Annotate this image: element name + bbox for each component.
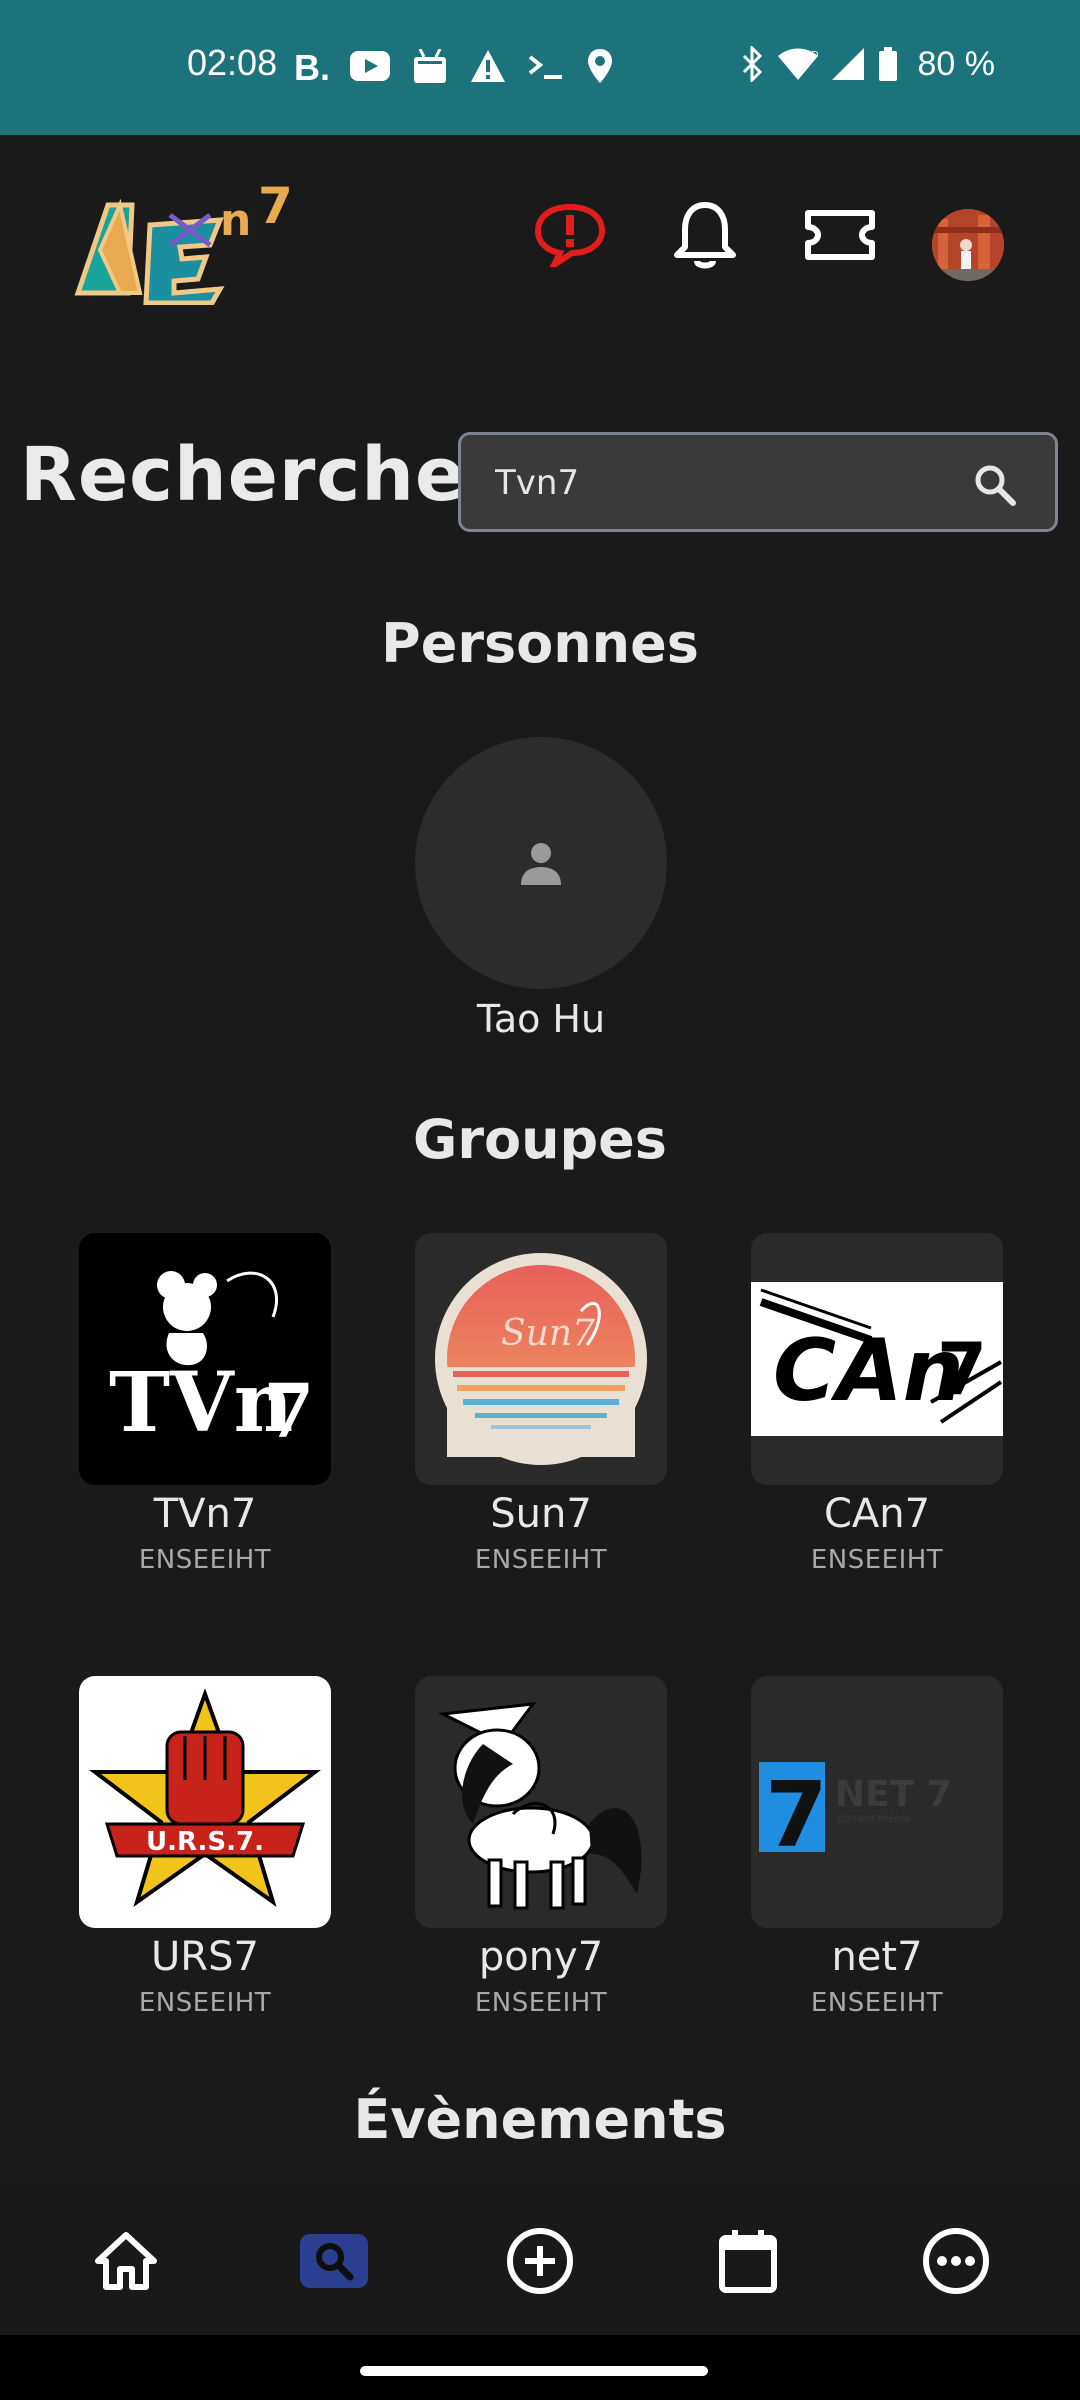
- report-icon: [534, 203, 606, 267]
- urs7-logo: U.R.S.7.: [87, 1684, 323, 1920]
- group-school: ENSEEIHT: [138, 1545, 272, 1575]
- group-name: Sun7: [490, 1491, 592, 1537]
- nav-search[interactable]: [300, 2234, 368, 2288]
- svg-text:B.: B.: [294, 48, 328, 84]
- home-icon: [95, 2232, 157, 2290]
- more-icon: [923, 2228, 989, 2294]
- app-header: n 7: [0, 135, 1080, 355]
- ticket-icon: [805, 210, 875, 260]
- svg-text:7: 7: [258, 177, 293, 235]
- tvn7-logo: TVn 7: [87, 1241, 323, 1477]
- status-bar: 02:08 B. HD 80 %: [0, 0, 1080, 135]
- svg-text:n: n: [220, 195, 251, 246]
- search-icon: [316, 2243, 354, 2281]
- add-icon: [507, 2228, 573, 2294]
- search-bar[interactable]: [458, 432, 1058, 532]
- net7-brand-text: NET 7: [835, 1774, 952, 1815]
- group-school: ENSEEIHT: [138, 1988, 272, 2018]
- nav-calendar[interactable]: [708, 2221, 788, 2301]
- nav-add[interactable]: [500, 2221, 580, 2301]
- page-title: Recherche: [20, 432, 467, 518]
- group-school: ENSEEIHT: [810, 1545, 944, 1575]
- group-school: ENSEEIHT: [474, 1545, 608, 1575]
- signal-icon: [831, 48, 864, 80]
- nav-more[interactable]: [916, 2221, 996, 2301]
- location-icon: [588, 49, 612, 83]
- notification-icons: B.: [292, 46, 614, 86]
- section-title-people: Personnes: [381, 612, 699, 675]
- home-indicator[interactable]: [360, 2366, 708, 2376]
- urs7-banner-text: U.R.S.7.: [146, 1827, 264, 1857]
- terminal-icon: [528, 55, 562, 79]
- net7-logo: 7 NET 7 ÉDITION PRESSE: [759, 1762, 952, 1862]
- can7-logo: CAn 7: [751, 1282, 1003, 1436]
- report-button[interactable]: [530, 195, 610, 275]
- svg-text:7: 7: [263, 1369, 315, 1455]
- group-name: CAn7: [823, 1491, 931, 1537]
- gesture-bar: [0, 2335, 1080, 2400]
- group-logo: TVn 7: [79, 1233, 331, 1485]
- sun7-logo: Sun7: [435, 1253, 647, 1465]
- group-card-tvn7[interactable]: TVn 7 TVn7 ENSEEIHT: [79, 1233, 331, 1575]
- section-title-groups: Groupes: [413, 1108, 667, 1171]
- group-school: ENSEEIHT: [474, 1988, 608, 2018]
- warning-icon: [471, 50, 505, 82]
- person-name: Tao Hu: [476, 997, 606, 1041]
- group-card-pony7[interactable]: pony7 ENSEEIHT: [415, 1676, 667, 2018]
- group-card-net7[interactable]: 7 NET 7 ÉDITION PRESSE net7 ENSEEIHT: [751, 1676, 1003, 2018]
- notifications-button[interactable]: [665, 195, 745, 275]
- svg-text:Sun7: Sun7: [501, 1313, 595, 1354]
- group-logo: [415, 1676, 667, 1928]
- battery-icon: [878, 47, 897, 81]
- group-logo: U.R.S.7.: [79, 1676, 331, 1928]
- group-logo: CAn 7: [751, 1233, 1003, 1485]
- youtube-icon: [350, 51, 390, 81]
- person-card[interactable]: Tao Hu: [415, 737, 667, 1041]
- net7-sub-text: ÉDITION PRESSE: [837, 1813, 912, 1825]
- group-name: TVn7: [153, 1491, 257, 1537]
- group-logo: Sun7: [415, 1233, 667, 1485]
- profile-avatar[interactable]: [932, 209, 1004, 281]
- net7-number: 7: [765, 1763, 828, 1862]
- calendar-icon: [719, 2230, 777, 2293]
- bluetooth-icon: [742, 46, 762, 82]
- bottom-nav: [0, 2185, 1080, 2335]
- group-card-can7[interactable]: CAn 7 CAn7 ENSEEIHT: [751, 1233, 1003, 1575]
- booking-icon: B.: [294, 48, 328, 84]
- svg-text:CAn: CAn: [773, 1321, 964, 1421]
- ae-n7-logo[interactable]: n 7: [70, 175, 310, 305]
- tickets-button[interactable]: [800, 195, 880, 275]
- search-input[interactable]: [495, 455, 955, 511]
- system-icons: HD 80 %: [740, 44, 996, 84]
- android-icon: [414, 49, 446, 83]
- battery-level: 80 %: [917, 44, 996, 83]
- group-school: ENSEEIHT: [810, 1988, 944, 2018]
- search-icon[interactable]: [973, 463, 1017, 507]
- group-name: URS7: [151, 1934, 259, 1980]
- person-icon: [521, 843, 561, 885]
- nav-home[interactable]: [86, 2221, 166, 2301]
- wifi-icon: HD: [777, 48, 818, 80]
- group-name: pony7: [478, 1934, 604, 1980]
- group-card-sun7[interactable]: Sun7 Sun7 ENSEEIHT: [415, 1233, 667, 1575]
- group-logo: 7 NET 7 ÉDITION PRESSE: [751, 1676, 1003, 1928]
- person-avatar: [415, 737, 667, 989]
- group-card-urs7[interactable]: U.R.S.7. URS7 ENSEEIHT: [79, 1676, 331, 2018]
- group-name: net7: [831, 1934, 923, 1980]
- section-title-events: Évènements: [353, 2088, 727, 2151]
- svg-text:HD: HD: [804, 50, 818, 61]
- pony7-logo: [437, 1702, 642, 1910]
- status-time: 02:08: [187, 42, 278, 83]
- bell-icon: [674, 202, 736, 269]
